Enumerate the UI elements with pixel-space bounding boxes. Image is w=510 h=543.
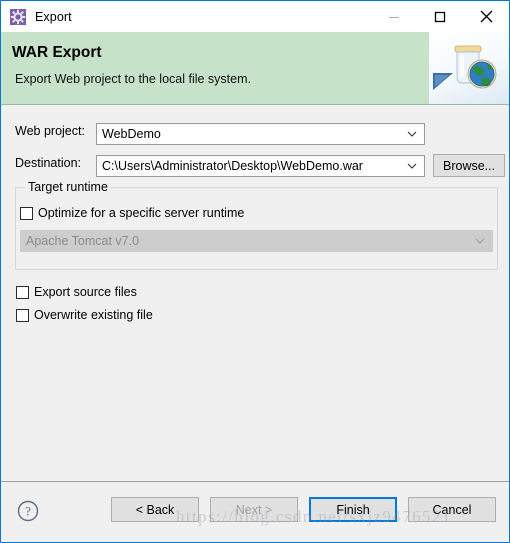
chevron-down-icon	[475, 231, 485, 251]
checkbox-box[interactable]	[16, 308, 29, 322]
window-controls	[371, 1, 509, 32]
overwrite-existing-file-label: Overwrite existing file	[34, 308, 153, 322]
next-button: Next >	[210, 497, 298, 522]
optimize-runtime-checkbox[interactable]: Optimize for a specific server runtime	[20, 206, 244, 220]
overwrite-existing-file-checkbox[interactable]: Overwrite existing file	[16, 308, 153, 322]
destination-row: Destination:	[15, 156, 81, 170]
svg-text:?: ?	[25, 504, 31, 519]
export-source-files-checkbox[interactable]: Export source files	[16, 285, 137, 299]
target-runtime-group: Target runtime	[15, 180, 498, 270]
footer-buttons: < Back Next > Finish Cancel	[111, 497, 496, 522]
dialog-footer: ? < Back Next > Finish Cancel	[1, 481, 509, 542]
export-dialog-window: Export WAR Export Export Web project to …	[0, 0, 510, 543]
war-jar-globe-icon	[429, 32, 509, 104]
checkbox-box[interactable]	[20, 206, 33, 220]
web-project-row: Web project:	[15, 124, 85, 138]
maximize-icon[interactable]	[417, 1, 463, 32]
web-project-label: Web project:	[15, 124, 85, 138]
optimize-runtime-label: Optimize for a specific server runtime	[38, 206, 245, 220]
finish-button[interactable]: Finish	[309, 497, 397, 522]
cancel-button[interactable]: Cancel	[408, 497, 496, 522]
wizard-banner: WAR Export Export Web project to the loc…	[1, 32, 509, 105]
destination-combo[interactable]: C:\Users\Administrator\Desktop\WebDemo.w…	[96, 155, 425, 177]
destination-label: Destination:	[15, 156, 82, 170]
close-icon[interactable]	[463, 1, 509, 32]
minimize-icon[interactable]	[371, 1, 417, 32]
chevron-down-icon	[407, 124, 417, 144]
target-runtime-legend: Target runtime	[25, 180, 111, 194]
browse-button[interactable]: Browse...	[433, 154, 506, 177]
web-project-value: WebDemo	[102, 127, 161, 141]
checkbox-box[interactable]	[16, 285, 29, 299]
server-runtime-value: Apache Tomcat v7.0	[26, 234, 140, 248]
server-runtime-combo: Apache Tomcat v7.0	[20, 230, 493, 252]
export-wizard-icon	[10, 8, 26, 25]
export-source-files-label: Export source files	[34, 285, 137, 299]
window-title: Export	[35, 9, 72, 24]
web-project-combo[interactable]: WebDemo	[96, 123, 425, 145]
help-icon[interactable]: ?	[17, 500, 39, 527]
chevron-down-icon	[407, 156, 417, 176]
back-button[interactable]: < Back	[111, 497, 199, 522]
page-title: WAR Export	[12, 44, 102, 61]
title-bar: Export	[1, 1, 509, 32]
page-description: Export Web project to the local file sys…	[15, 72, 251, 86]
destination-value: C:\Users\Administrator\Desktop\WebDemo.w…	[102, 159, 363, 173]
dialog-body: Web project: WebDemo Destination: C:\Use…	[1, 105, 509, 481]
